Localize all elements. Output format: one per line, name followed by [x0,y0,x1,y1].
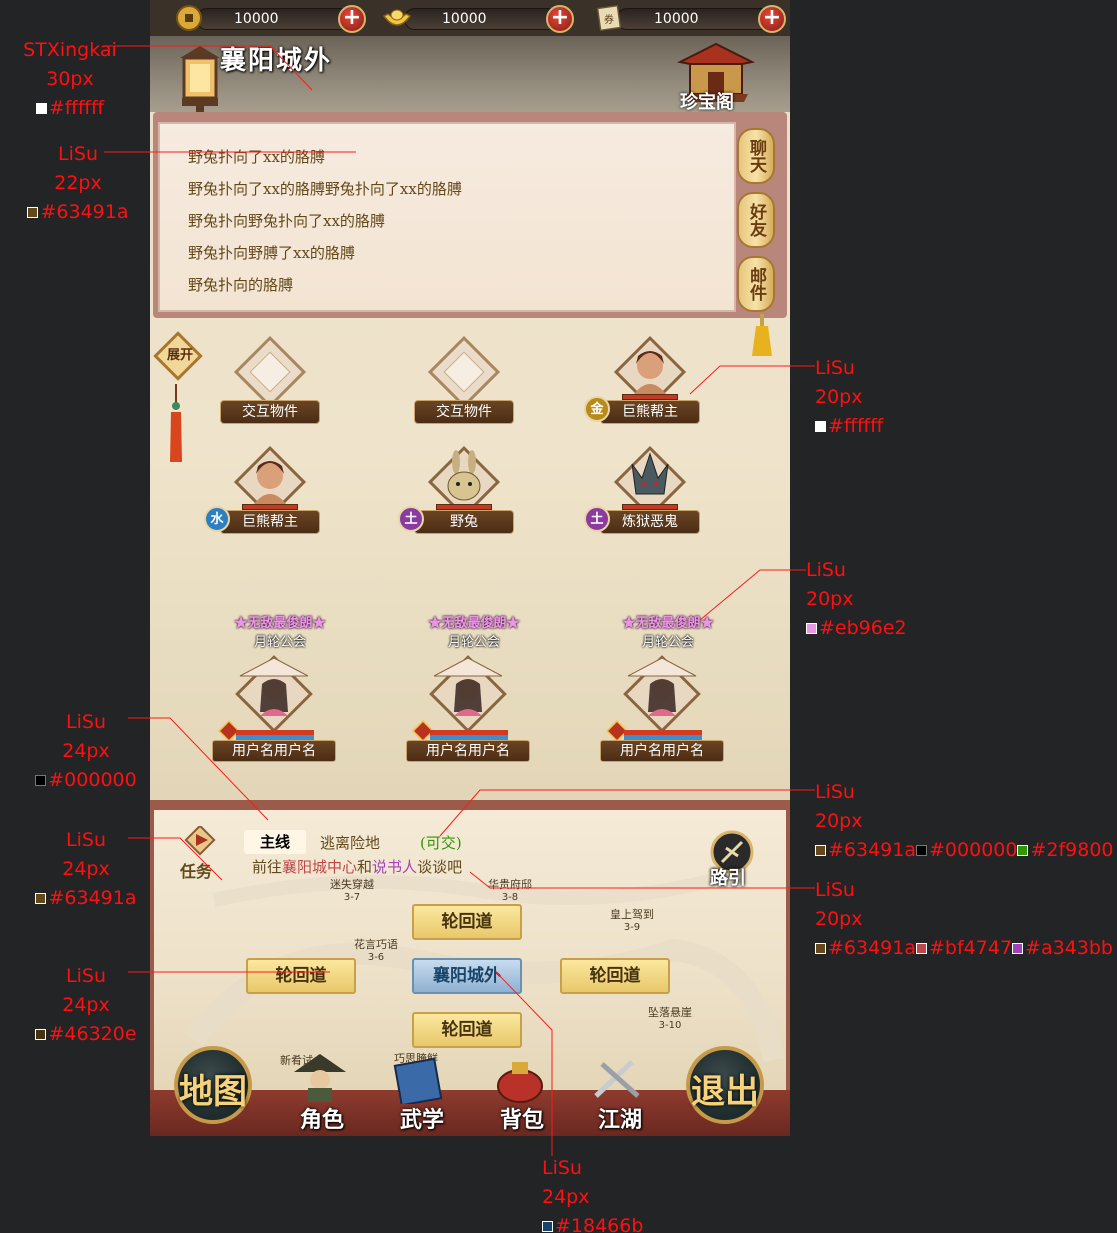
chat-line: 野兔扑向野膊了xx的胳膊 [188,244,355,262]
map-node-north[interactable]: 轮回道 [412,904,522,940]
exit-button[interactable]: 退出 [686,1046,764,1124]
nav-bag[interactable]: 背包 [480,1052,560,1133]
entity-name: 巨熊帮主 [220,510,320,534]
chat-line: 野兔扑向野兔扑向了xx的胳膊 [188,212,385,230]
player-title: ★无敌最俊朗★ [234,616,326,631]
npc-bear-chief[interactable]: 巨熊帮主 水 [204,444,330,554]
npc-demon[interactable]: 炼狱恶鬼 土 [584,444,710,554]
player-portrait-icon [235,655,313,733]
quest-npc-link[interactable]: 说书人 [372,858,417,876]
map-poi[interactable]: 皇上驾到 3-9 [602,906,662,933]
map-poi[interactable]: 迷失穿越 3-7 [322,876,382,903]
player-name: 用户名用户名 [212,740,336,762]
player-character[interactable]: 用户名用户名 [402,654,532,764]
object-icon [427,335,501,409]
gold-value: 10000 [442,11,487,27]
player-guild: 月轮公会 [641,635,694,650]
npc-bear-chief[interactable]: 巨熊帮主 金 [584,334,710,444]
add-coin-button[interactable]: + [338,5,366,33]
tab-friends[interactable]: 好友 [737,192,775,248]
tab-main-quest[interactable]: 主线 [244,830,306,854]
swords-icon [594,1060,640,1098]
player-portrait-icon [429,655,507,733]
player-name: 用户名用户名 [600,740,724,762]
add-scroll-button[interactable]: + [758,5,786,33]
entity-name: 炼狱恶鬼 [600,510,700,534]
nav-martial[interactable]: 武学 [380,1052,460,1133]
guide-label[interactable]: 路引 [710,864,746,890]
task-flag-icon[interactable] [180,826,220,860]
object-icon [233,335,307,409]
svg-text:券: 券 [604,13,614,26]
coin-icon [176,5,202,31]
tab-chat[interactable]: 聊天 [737,128,775,184]
entity-name: 交互物件 [220,400,320,424]
coin-value: 10000 [234,11,279,27]
bag-icon [497,1062,543,1103]
map-node-west[interactable]: 轮回道 [246,958,356,994]
chat-line: 野兔扑向了xx的胳膊野兔扑向了xx的胳膊 [188,180,462,198]
chat-line: 野兔扑向了xx的胳膊 [188,148,325,166]
player-name: 用户名用户名 [406,740,530,762]
element-earth-badge: 土 [584,506,610,532]
quest-status: (可交) [420,834,462,852]
quest-name[interactable]: 逃离险地 [320,832,380,853]
expand-label[interactable]: 展开 [160,344,200,363]
gold-ingot-icon [382,9,412,26]
player-title: ★无敌最俊朗★ [428,616,520,631]
player-character[interactable]: 用户名用户名 [596,654,726,764]
scroll-icon: 券 [596,4,622,32]
entity-name: 交互物件 [414,400,514,424]
quest-description: 前往襄阳城中心和说书人谈谈吧 [252,858,463,876]
map-poi[interactable]: 坠落悬崖 3-10 [640,1004,700,1031]
scroll-value: 10000 [654,11,699,27]
tassel-icon [170,384,182,462]
player-title: ★无敌最俊朗★ [622,616,714,631]
element-gold-badge: 金 [584,396,610,422]
game-screen: 10000 + 10000 + 券 10000 + 襄阳城外 珍宝阁 野兔扑向了… [150,0,790,1136]
resource-bar: 10000 + 10000 + 券 10000 + [150,0,790,36]
interactive-object[interactable]: 交互物件 [210,334,330,444]
location-title: 襄阳城外 [220,46,333,76]
character-icon [294,1054,346,1102]
annotation-current-node: LiSu 24px #18466b [542,1157,644,1233]
entity-name: 巨熊帮主 [600,400,700,424]
annotation-main-tab: LiSu 24px #000000 [28,708,144,795]
annotation-task-label: LiSu 24px #63491a [28,826,144,913]
map-node-current[interactable]: 襄阳城外 [412,958,522,994]
tab-mail[interactable]: 邮件 [737,256,775,312]
annotation-map-node: LiSu 24px #46320e [28,962,144,1049]
book-icon [393,1058,443,1104]
chat-line: 野兔扑向的胳膊 [188,276,294,294]
quest-place-link[interactable]: 襄阳城中心 [282,858,357,876]
interactive-object[interactable]: 交互物件 [404,334,524,444]
tassel-icon [752,314,772,356]
player-character[interactable]: 用户名用户名 [208,654,338,764]
nav-jianghu[interactable]: 江湖 [578,1052,658,1133]
task-label[interactable]: 任务 [180,858,212,882]
annotation-quest-tabs: LiSu 20px #63491a #000000 #2f9800 [815,781,1114,861]
player-portrait-icon [623,655,701,733]
npc-rabbit[interactable]: 野兔 土 [398,444,524,554]
map-node-east[interactable]: 轮回道 [560,958,670,994]
player-guild: 月轮公会 [447,635,500,650]
map-poi[interactable]: 华贵府邸 3-8 [480,876,540,903]
entity-name: 野兔 [414,510,514,534]
nav-role[interactable]: 角色 [280,1052,360,1133]
chat-panel[interactable]: 野兔扑向了xx的胳膊 野兔扑向了xx的胳膊野兔扑向了xx的胳膊 野兔扑向野兔扑向… [158,122,736,312]
annotation-npc-name: LiSu 20px #ffffff [815,357,884,437]
element-water-badge: 水 [204,506,230,532]
map-button[interactable]: 地图 [174,1046,252,1124]
annotation-chat: LiSu 22px #63491a [0,140,156,227]
element-earth-badge: 土 [398,506,424,532]
annotation-player-title: LiSu 20px #eb96e2 [806,559,907,639]
player-guild: 月轮公会 [253,635,306,650]
annotation-location-title: STXingkai 30px #ffffff [23,39,117,119]
add-gold-button[interactable]: + [546,5,574,33]
treasure-label[interactable]: 珍宝阁 [680,88,734,114]
map-node-south[interactable]: 轮回道 [412,1012,522,1048]
annotation-quest-desc: LiSu 20px #63491a #bf4747 #a343bb [815,879,1113,959]
